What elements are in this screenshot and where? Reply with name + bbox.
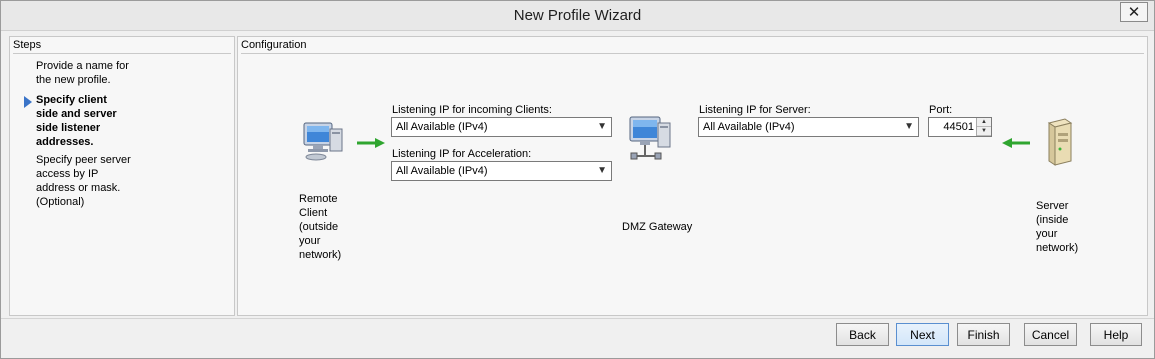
computer-icon xyxy=(303,122,343,161)
configuration-pane: Configuration Remote Client (outside you… xyxy=(237,36,1148,316)
chevron-down-icon: ▼ xyxy=(597,165,607,176)
server-line: Server xyxy=(1036,200,1069,212)
step-line: side listener xyxy=(36,122,101,134)
step-provide-name: Provide a name for the new profile. xyxy=(36,59,136,87)
server-label: Server (inside your network) xyxy=(1036,199,1078,255)
port-stepper[interactable]: 44501 ▲ ▼ xyxy=(928,117,992,137)
incoming-clients-label: Listening IP for incoming Clients: xyxy=(392,104,552,116)
remote-client-line: Remote xyxy=(299,193,338,205)
step-line: (Optional) xyxy=(36,196,85,208)
remote-client-label: Remote Client (outside your network) xyxy=(299,192,341,262)
server-ip-value: All Available (IPv4) xyxy=(703,121,795,133)
dmz-gateway-label: DMZ Gateway xyxy=(622,221,693,233)
spin-down-icon[interactable]: ▼ xyxy=(977,127,991,136)
arrow-right-icon xyxy=(357,138,385,148)
step-line: Specify client xyxy=(36,94,107,106)
arrow-left-icon xyxy=(1002,138,1030,148)
acceleration-label: Listening IP for Acceleration: xyxy=(392,148,532,160)
server-tower-icon xyxy=(1047,118,1073,166)
chevron-down-icon: ▼ xyxy=(597,121,607,132)
port-label: Port: xyxy=(929,104,953,116)
step-specify-listener: Specify client side and server side list… xyxy=(36,93,136,149)
cancel-button[interactable]: Cancel xyxy=(1024,323,1077,346)
incoming-clients-value: All Available (IPv4) xyxy=(396,121,488,133)
wizard-window: New Profile Wizard ✕ Steps Provide a nam… xyxy=(0,0,1155,359)
configuration-header: Configuration xyxy=(241,39,307,51)
server-ip-select[interactable]: All Available (IPv4) ▼ xyxy=(698,117,919,137)
steps-divider xyxy=(13,53,231,54)
step-peer-server: Specify peer server access by IP address… xyxy=(36,153,136,209)
step-line: Specify peer server xyxy=(36,154,131,166)
port-spin-buttons: ▲ ▼ xyxy=(976,118,991,136)
acceleration-value: All Available (IPv4) xyxy=(396,165,488,177)
network-computer-icon xyxy=(629,116,671,160)
incoming-clients-select[interactable]: All Available (IPv4) ▼ xyxy=(391,117,612,137)
steps-header: Steps xyxy=(13,39,42,51)
step-line: addresses. xyxy=(36,136,94,148)
remote-client-line: your xyxy=(299,235,321,247)
finish-button[interactable]: Finish xyxy=(957,323,1010,346)
step-line: side and server xyxy=(36,108,117,120)
step-line: Provide a name for xyxy=(36,60,129,72)
step-line: the new profile. xyxy=(36,74,111,86)
back-button[interactable]: Back xyxy=(836,323,889,346)
step-line: address or mask. xyxy=(36,182,121,194)
remote-client-line: network) xyxy=(299,249,342,261)
next-button[interactable]: Next xyxy=(896,323,949,346)
server-line: your xyxy=(1036,228,1058,240)
title-bar: New Profile Wizard ✕ xyxy=(1,1,1154,31)
acceleration-select[interactable]: All Available (IPv4) ▼ xyxy=(391,161,612,181)
steps-pane: Steps Provide a name for the new profile… xyxy=(9,36,235,316)
window-title: New Profile Wizard xyxy=(513,7,642,24)
step-line: access by IP xyxy=(36,168,99,180)
server-line: (inside xyxy=(1036,214,1069,226)
help-button[interactable]: Help xyxy=(1090,323,1142,346)
remote-client-line: (outside xyxy=(299,221,339,233)
chevron-down-icon: ▼ xyxy=(904,121,914,132)
remote-client-line: Client xyxy=(299,207,328,219)
port-value: 44501 xyxy=(943,121,974,133)
configuration-divider xyxy=(241,53,1144,54)
current-step-arrow-icon xyxy=(24,96,32,108)
server-ip-label: Listening IP for Server: xyxy=(699,104,811,116)
close-button[interactable]: ✕ xyxy=(1120,2,1148,22)
spin-up-icon[interactable]: ▲ xyxy=(977,118,991,127)
server-line: network) xyxy=(1036,242,1079,254)
close-icon: ✕ xyxy=(1127,4,1141,21)
